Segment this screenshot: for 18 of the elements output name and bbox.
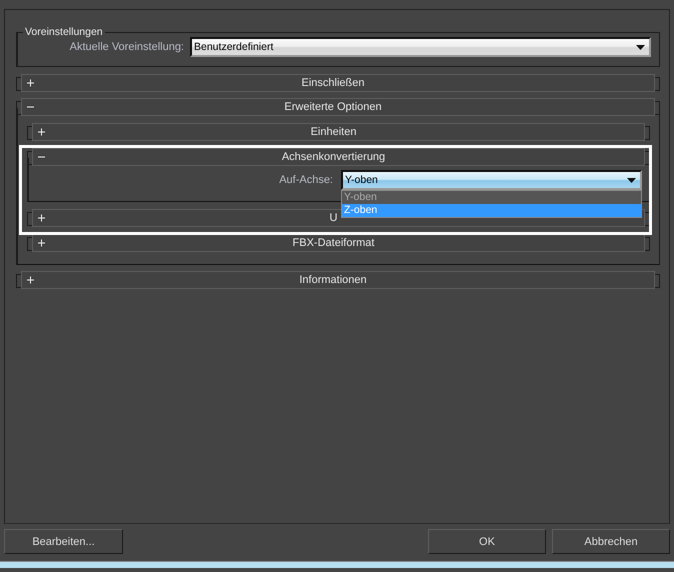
axis-dropdown[interactable]: Y-oben <box>341 170 642 190</box>
field-label: Auf-Achse: <box>279 174 333 186</box>
rollout-header[interactable]: FBX-Dateiformat <box>32 234 645 252</box>
rollout-header[interactable]: Informationen <box>21 271 655 289</box>
group-title: Voreinstellungen <box>24 26 104 38</box>
rollout-header[interactable]: Einschließen <box>21 74 655 92</box>
rollout-header[interactable]: Einheiten <box>32 123 645 141</box>
field-label: Aktuelle Voreinstellung: <box>70 41 184 53</box>
dialog-button[interactable]: Bearbeiten... <box>4 529 123 554</box>
dialog-button[interactable]: Abbrechen <box>552 529 670 554</box>
dropdown-value: Y-oben <box>345 174 378 186</box>
rollout-header[interactable]: Erweiterte Optionen <box>21 98 655 116</box>
rollout-header[interactable]: Achsenkonvertierung <box>32 148 645 166</box>
dialog-button[interactable]: OK <box>428 529 546 554</box>
dropdown-arrow-icon <box>627 178 636 182</box>
preset-dropdown[interactable]: Benutzerdefiniert <box>190 37 651 57</box>
dropdown-value: Benutzerdefiniert <box>194 41 274 53</box>
dropdown-arrow-icon <box>636 44 645 50</box>
